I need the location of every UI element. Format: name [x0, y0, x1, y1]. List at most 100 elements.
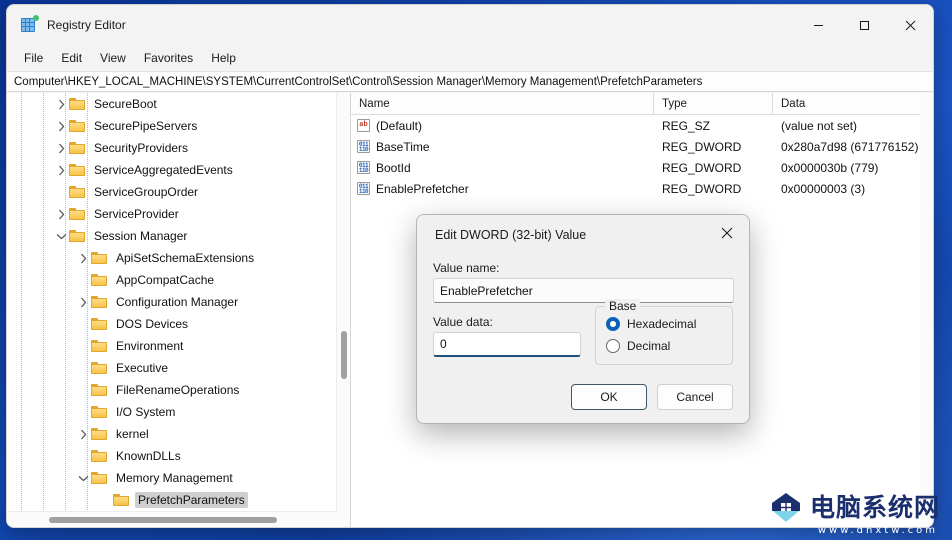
tree-item-environment[interactable]: Environment — [7, 335, 336, 357]
tree-item-secureboot[interactable]: SecureBoot — [7, 93, 336, 115]
menu-item-favorites[interactable]: Favorites — [135, 48, 202, 68]
value-row[interactable]: ab (Default) REG_SZ (value not set) — [351, 115, 933, 136]
tree-horizontal-scrollbar[interactable] — [7, 511, 336, 527]
tree-item-securepipeservers[interactable]: SecurePipeServers — [7, 115, 336, 137]
base-group-label: Base — [605, 299, 641, 313]
chevron-down-icon[interactable] — [75, 467, 91, 489]
tree-item-label: kernel — [116, 427, 149, 441]
value-row[interactable]: 011 110 EnablePrefetcher REG_DWORD 0x0000000… — [351, 178, 933, 199]
value-row[interactable]: 011 110 BootId REG_DWORD 0x0000030b (779) — [351, 157, 933, 178]
chevron-right-icon[interactable] — [75, 291, 91, 313]
address-bar[interactable]: Computer\HKEY_LOCAL_MACHINE\SYSTEM\Curre… — [7, 71, 933, 92]
values-column-headers: Name Type Data — [351, 93, 933, 115]
tree-item-label: Session Manager — [94, 229, 188, 243]
menu-item-edit[interactable]: Edit — [52, 48, 91, 68]
values-list: ab (Default) REG_SZ (value not set) 011 110 Ba… — [351, 115, 933, 199]
radio-decimal[interactable]: Decimal — [606, 335, 732, 357]
tree-item-label: Configuration Manager — [116, 295, 239, 309]
tree-item-configuration-manager[interactable]: Configuration Manager — [7, 291, 336, 313]
scrollbar-corner — [336, 511, 350, 527]
menu-item-file[interactable]: File — [15, 48, 52, 68]
menu-item-view[interactable]: View — [91, 48, 135, 68]
chevron-right-icon[interactable] — [53, 137, 69, 159]
folder-icon — [69, 119, 86, 133]
tree-item-session-manager[interactable]: Session Manager — [7, 225, 336, 247]
radio-decimal-icon[interactable] — [606, 339, 620, 353]
minimize-button[interactable] — [795, 5, 841, 45]
tree-item-label: SecurityProviders — [94, 141, 189, 155]
dialog-close-button[interactable] — [705, 215, 749, 251]
tree-item-dos-devices[interactable]: DOS Devices — [7, 313, 336, 335]
maximize-button[interactable] — [841, 5, 887, 45]
value-type-cell: REG_DWORD — [662, 139, 742, 154]
registry-tree[interactable]: SecureBoot SecurePipeServers SecurityProvi… — [7, 93, 336, 511]
tree-item-filerenameoperations[interactable]: FileRenameOperations — [7, 379, 336, 401]
values-vertical-scrollbar[interactable] — [920, 93, 933, 527]
tree-item-securityproviders[interactable]: SecurityProviders — [7, 137, 336, 159]
value-data-label: Value data: — [433, 315, 493, 329]
ok-button[interactable]: OK — [571, 384, 647, 410]
house-shield-logo-icon — [769, 491, 803, 523]
folder-icon — [113, 493, 130, 507]
column-header-data[interactable]: Data — [773, 93, 933, 115]
folder-icon — [69, 185, 86, 199]
tree-item-serviceprovider[interactable]: ServiceProvider — [7, 203, 336, 225]
folder-icon — [91, 361, 108, 375]
tree-vertical-scrollbar[interactable] — [336, 93, 350, 511]
tree-item-knowndlls[interactable]: KnownDLLs — [7, 445, 336, 467]
value-data-input[interactable]: 0 — [433, 332, 581, 357]
folder-icon — [91, 295, 108, 309]
value-row[interactable]: 011 110 BaseTime REG_DWORD 0x280a7d98 (67177… — [351, 136, 933, 157]
menu-item-help[interactable]: Help — [202, 48, 245, 68]
folder-icon — [91, 383, 108, 397]
chevron-down-icon[interactable] — [53, 225, 69, 247]
folder-icon — [91, 427, 108, 441]
cancel-button[interactable]: Cancel — [657, 384, 733, 410]
folder-icon — [91, 273, 108, 287]
tree-item-label: ServiceAggregatedEvents — [94, 163, 233, 177]
tree-horizontal-scroll-thumb[interactable] — [49, 517, 277, 523]
tree-item-label: DOS Devices — [116, 317, 189, 331]
tree-item-appcompatcache[interactable]: AppCompatCache — [7, 269, 336, 291]
reg-dword-icon: 011 110 — [357, 182, 370, 195]
tree-item-apisetschemaextensions[interactable]: ApiSetSchemaExtensions — [7, 247, 336, 269]
radio-hexadecimal-icon[interactable] — [606, 317, 620, 331]
watermark: 电脑系统网 www.dnxtw.com — [769, 491, 940, 536]
tree-item-memory-management[interactable]: Memory Management — [7, 467, 336, 489]
tree-item-label: Executive — [116, 361, 169, 375]
tree-item-i-o-system[interactable]: I/O System — [7, 401, 336, 423]
chevron-right-icon[interactable] — [75, 423, 91, 445]
tree-item-prefetchparameters[interactable]: PrefetchParameters — [7, 489, 336, 511]
column-header-name[interactable]: Name — [351, 93, 654, 115]
close-button[interactable] — [887, 5, 933, 45]
chevron-right-icon[interactable] — [53, 115, 69, 137]
value-name-cell: 011 110 BootId — [351, 161, 654, 175]
tree-item-serviceaggregatedevents[interactable]: ServiceAggregatedEvents — [7, 159, 336, 181]
radio-hexadecimal[interactable]: Hexadecimal — [606, 313, 732, 335]
chevron-right-icon[interactable] — [75, 247, 91, 269]
tree-item-executive[interactable]: Executive — [7, 357, 336, 379]
tree-vertical-scroll-thumb[interactable] — [341, 331, 347, 379]
base-radio-group: Base Hexadecimal Decimal — [595, 299, 733, 365]
chevron-right-icon[interactable] — [53, 93, 69, 115]
value-name-input[interactable]: EnablePrefetcher — [433, 278, 734, 303]
title-bar: Registry Editor — [7, 5, 933, 45]
tree-item-kernel[interactable]: kernel — [7, 423, 336, 445]
chevron-right-icon[interactable] — [53, 159, 69, 181]
chevron-right-icon[interactable] — [53, 203, 69, 225]
tree-item-servicegrouporder[interactable]: ServiceGroupOrder — [7, 181, 336, 203]
column-header-type[interactable]: Type — [654, 93, 773, 115]
tree-item-label: Memory Management — [116, 471, 233, 485]
menu-bar: File Edit View Favorites Help — [7, 45, 933, 71]
